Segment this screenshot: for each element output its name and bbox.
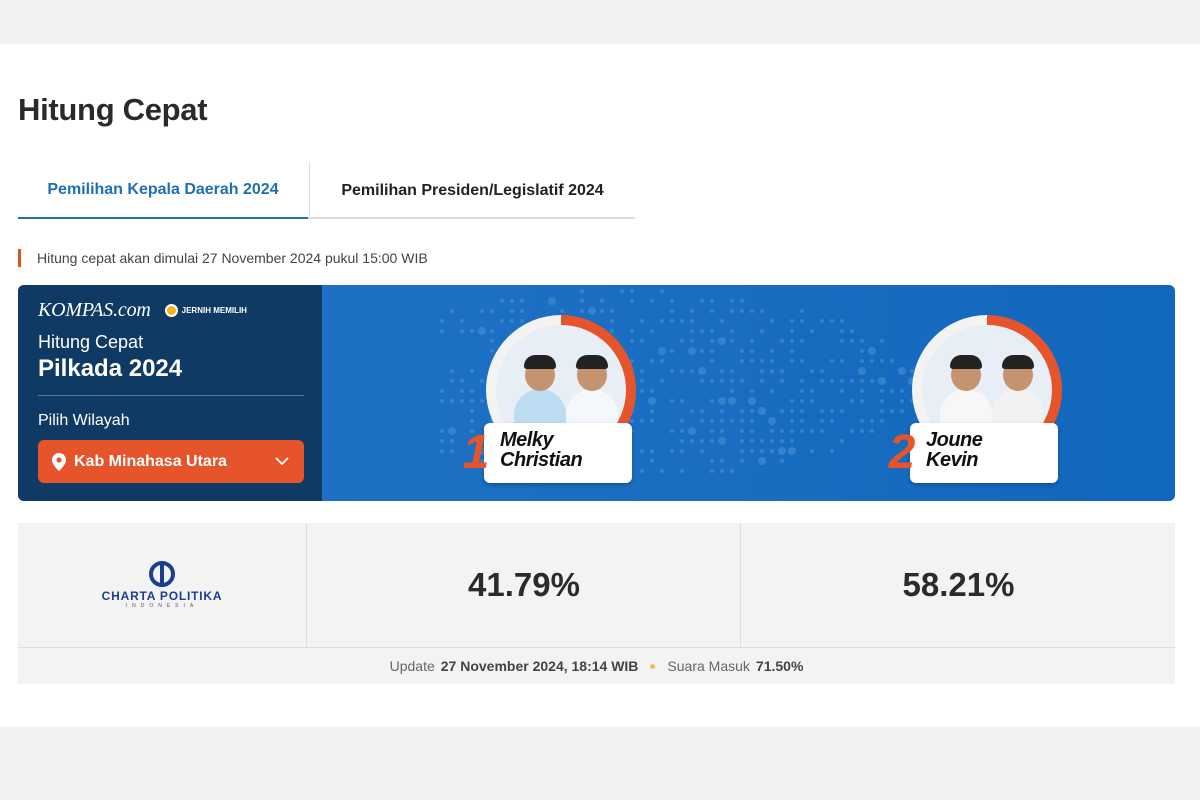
election-tabs: Pemilihan Kepala Daerah 2024 Pemilihan P… bbox=[18, 162, 635, 219]
candidate-2-names: Joune Kevin bbox=[926, 429, 983, 471]
candidate-2-card: 2 Joune Kevin bbox=[882, 315, 1082, 485]
candidate-1-card: 1 Melky Christian bbox=[456, 315, 656, 485]
charta-politika-icon bbox=[149, 561, 175, 587]
banner-title: Pilkada 2024 bbox=[38, 355, 183, 382]
banner-divider bbox=[38, 395, 304, 396]
candidate-2-name-line2: Kevin bbox=[926, 449, 978, 471]
candidate-1-names: Melky Christian bbox=[500, 429, 583, 471]
region-dropdown[interactable]: Kab Minahasa Utara bbox=[38, 440, 304, 483]
pilkada-banner: KOMPAS.com JERNIH MEMILIH Hitung Cepat P… bbox=[18, 285, 1175, 501]
banner-subtitle: Hitung Cepat bbox=[38, 332, 144, 352]
candidate-2-hair-b bbox=[1002, 355, 1034, 369]
pollster-name: CHARTA POLITIKA bbox=[101, 589, 223, 603]
votes-label: Suara Masuk bbox=[667, 658, 750, 674]
candidate-1-percentage: 41.79% bbox=[468, 566, 580, 603]
region-label: Pilih Wilayah bbox=[38, 412, 130, 429]
tab-presiden-legislatif-2024[interactable]: Pemilihan Presiden/Legislatif 2024 bbox=[309, 162, 635, 219]
candidate-1-hair-a bbox=[524, 355, 556, 369]
candidate-1-number: 1 bbox=[462, 426, 490, 479]
tab-pilkada-2024[interactable]: Pemilihan Kepala Daerah 2024 bbox=[18, 162, 308, 219]
brand-row: KOMPAS.com JERNIH MEMILIH bbox=[38, 299, 247, 322]
separator-dot bbox=[650, 663, 656, 669]
candidate-2-name-line1: Joune bbox=[926, 429, 983, 451]
candidate-2-percentage: 58.21% bbox=[902, 566, 1015, 603]
update-time: 27 November 2024, 18:14 WIB bbox=[440, 658, 639, 674]
quick-count-card: Hitung Cepat Pemilihan Kepala Daerah 202… bbox=[0, 44, 1200, 727]
region-dropdown-value: Kab Minahasa Utara bbox=[74, 452, 227, 470]
pollster-sub: INDONESIA bbox=[125, 603, 199, 609]
candidate-1-hair-b bbox=[576, 355, 608, 369]
location-pin-icon bbox=[52, 452, 66, 471]
results-table: CHARTA POLITIKA INDONESIA 41.79% 58.21% … bbox=[18, 523, 1175, 684]
jernih-memilih-icon bbox=[164, 304, 178, 317]
pollster-cell: CHARTA POLITIKA INDONESIA bbox=[18, 523, 307, 647]
candidate-1-result-cell: 41.79% bbox=[308, 523, 741, 647]
votes-value: 71.50% bbox=[755, 658, 804, 674]
update-info: Update 27 November 2024, 18:14 WIB Suara… bbox=[18, 648, 1175, 684]
candidate-2-result-cell: 58.21% bbox=[742, 523, 1175, 647]
candidate-2-number: 2 bbox=[888, 426, 916, 479]
candidate-2-hair-a bbox=[950, 355, 982, 369]
candidate-1-name-line2: Christian bbox=[500, 449, 583, 471]
candidate-1-name-line1: Melky bbox=[500, 429, 554, 451]
kompas-logo: KOMPAS.com bbox=[38, 299, 151, 321]
start-notice: Hitung cepat akan dimulai 27 November 20… bbox=[18, 249, 428, 267]
banner-panel: KOMPAS.com JERNIH MEMILIH Hitung Cepat P… bbox=[18, 285, 322, 501]
jernih-memilih-text: JERNIH MEMILIH bbox=[181, 306, 247, 315]
chevron-down-icon bbox=[275, 457, 289, 466]
page-title: Hitung Cepat bbox=[18, 92, 208, 127]
charta-politika-logo: CHARTA POLITIKA INDONESIA bbox=[102, 561, 223, 609]
jernih-memilih-logo: JERNIH MEMILIH bbox=[164, 304, 247, 317]
update-label: Update bbox=[389, 658, 435, 674]
